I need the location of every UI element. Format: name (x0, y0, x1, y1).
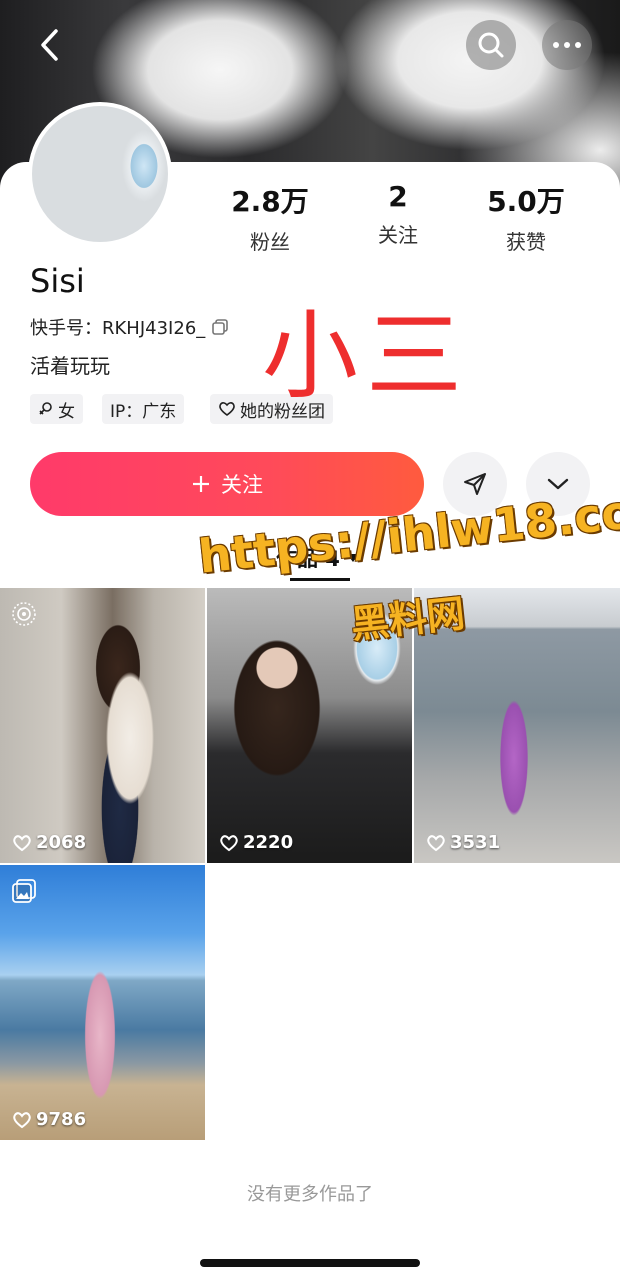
stat-label: 关注 (378, 223, 418, 247)
stat-value: 5.0万 (487, 185, 565, 218)
ip-tag: IP：广东 (102, 394, 185, 424)
back-button[interactable] (26, 20, 76, 70)
chevron-down-icon (547, 478, 569, 490)
no-more-works-text: 没有更多作品了 (247, 1184, 373, 1205)
heart-icon (427, 834, 445, 851)
profile-name: Sisi (30, 262, 85, 300)
stat-likes[interactable]: 5.0万 获赞 (461, 180, 591, 255)
heart-badge-icon (219, 402, 235, 416)
work-tile[interactable]: 9786 (0, 865, 205, 1140)
live-photo-icon (12, 602, 36, 626)
stat-label: 获赞 (506, 230, 546, 254)
chevron-left-icon (41, 29, 58, 61)
stat-label: 粉丝 (250, 230, 290, 254)
like-count: 9786 (12, 1109, 86, 1130)
home-indicator[interactable] (200, 1259, 420, 1267)
more-dots-icon (553, 42, 581, 48)
plus-icon (193, 476, 209, 492)
gender-tag: 女 (30, 394, 83, 424)
female-icon (39, 402, 52, 415)
like-count-value: 3531 (450, 832, 501, 853)
work-tile[interactable]: 2068 (0, 588, 205, 863)
more-options-button[interactable] (542, 20, 592, 70)
follow-label: 关注 (221, 473, 263, 497)
red-overlay-text: 小三 (262, 300, 470, 412)
like-count: 2068 (12, 832, 86, 853)
search-icon (478, 32, 504, 58)
user-id-text: 快手号：RKHJ43I26_ (30, 318, 206, 339)
stat-followers[interactable]: 2.8万 粉丝 (205, 180, 335, 255)
avatar[interactable] (28, 102, 172, 246)
tab-indicator (290, 578, 350, 581)
search-button[interactable] (466, 20, 516, 70)
like-count: 3531 (426, 832, 500, 853)
heart-icon (13, 834, 31, 851)
stat-following[interactable]: 2 关注 (333, 180, 463, 248)
user-id: 快手号：RKHJ43I26_ (30, 314, 229, 340)
send-icon (464, 473, 486, 495)
heart-icon (13, 1111, 31, 1128)
profile-bio: 活着玩玩 (30, 354, 110, 378)
like-count-value: 2068 (36, 832, 87, 853)
stats-row: 2.8万 粉丝 2 关注 5.0万 获赞 (205, 180, 605, 254)
like-count-value: 9786 (36, 1109, 87, 1130)
stat-value: 2.8万 (231, 185, 309, 218)
heart-icon (220, 834, 238, 851)
copy-icon[interactable] (211, 318, 229, 336)
like-count: 2220 (219, 832, 293, 853)
follow-button[interactable]: 关注 (30, 452, 424, 516)
ip-label: IP：广东 (110, 401, 177, 422)
image-gallery-icon (12, 879, 36, 903)
stat-value: 2 (388, 180, 408, 213)
like-count-value: 2220 (243, 832, 294, 853)
gender-label: 女 (58, 401, 75, 422)
